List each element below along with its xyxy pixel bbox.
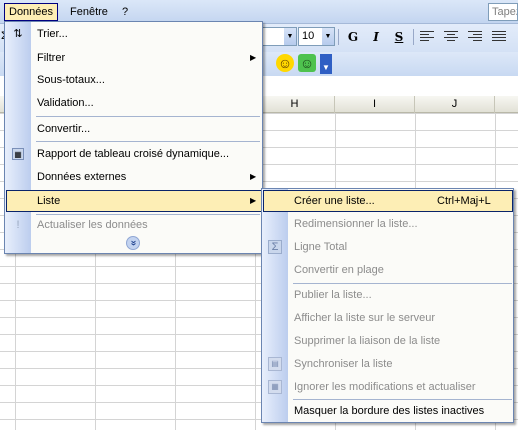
menu-item-publier[interactable]: Publier la liste... bbox=[263, 284, 513, 306]
menu-item-label: Publier la liste... bbox=[294, 289, 372, 301]
underline-button[interactable]: S bbox=[388, 28, 410, 46]
menu-separator bbox=[36, 116, 260, 117]
data-menu: ⇅ Trier... Filtrer ▶ Sous-totaux... Vali… bbox=[4, 21, 263, 254]
smiley-icon[interactable]: ☺ bbox=[276, 54, 294, 72]
merge-center-icon[interactable] bbox=[492, 31, 506, 43]
align-left-icon[interactable] bbox=[420, 31, 434, 43]
menu-item-label: Ligne Total bbox=[294, 241, 348, 253]
italic-button[interactable]: I bbox=[365, 28, 387, 46]
menu-item-label: Redimensionner la liste... bbox=[294, 218, 418, 230]
discard-changes-icon: ▦ bbox=[268, 380, 282, 394]
toolbar-separator bbox=[338, 29, 339, 45]
menu-item-rapport-tcd[interactable]: ▦ Rapport de tableau croisé dynamique... bbox=[6, 143, 261, 165]
column-header-j[interactable]: J bbox=[415, 96, 495, 113]
menu-item-actualiser[interactable]: ! Actualiser les données bbox=[6, 214, 261, 236]
menu-separator bbox=[36, 141, 260, 142]
font-size-value: 10 bbox=[302, 30, 315, 42]
type-question-input[interactable]: Tapez bbox=[488, 3, 518, 21]
menu-item-sous-totaux[interactable]: Sous-totaux... bbox=[6, 69, 261, 91]
submenu-arrow-icon: ▶ bbox=[250, 53, 257, 62]
pivot-table-icon: ▦ bbox=[12, 148, 24, 160]
menu-item-label: Trier... bbox=[37, 28, 68, 40]
menu-item-creer-liste[interactable]: Créer une liste... Ctrl+Maj+L bbox=[263, 190, 513, 212]
menu-item-convertir[interactable]: Convertir... bbox=[6, 118, 261, 140]
toolbar-options-icon[interactable]: ▼ bbox=[320, 54, 332, 74]
submenu-arrow-icon: ▶ bbox=[250, 196, 257, 205]
menu-item-validation[interactable]: Validation... bbox=[6, 92, 261, 114]
sort-icon: ⇅ bbox=[13, 28, 23, 40]
expand-menu-icon[interactable]: » bbox=[126, 236, 140, 250]
menu-item-synchroniser[interactable]: ▤ Synchroniser la liste bbox=[263, 353, 513, 375]
chevron-down-icon[interactable]: ▼ bbox=[284, 28, 296, 45]
menu-item-label: Ignorer les modifications et actualiser bbox=[294, 381, 476, 393]
menu-item-label: Rapport de tableau croisé dynamique... bbox=[37, 148, 230, 160]
menu-fenetre[interactable]: Fenêtre bbox=[66, 3, 112, 21]
menu-item-label: Créer une liste... bbox=[294, 195, 375, 207]
menu-item-convertir-plage[interactable]: Convertir en plage bbox=[263, 259, 513, 281]
align-right-icon[interactable] bbox=[468, 31, 482, 43]
menu-item-label: Afficher la liste sur le serveur bbox=[294, 312, 436, 324]
menu-help[interactable]: ? bbox=[118, 3, 132, 21]
column-header-i[interactable]: I bbox=[335, 96, 415, 113]
menu-donnees[interactable]: Données bbox=[4, 3, 59, 21]
menu-item-shortcut: Ctrl+Maj+L bbox=[437, 195, 491, 207]
chevron-down-icon[interactable]: ▼ bbox=[322, 28, 334, 45]
menu-item-donnees-externes[interactable]: Données externes ▶ bbox=[6, 166, 261, 188]
menu-item-label: Validation... bbox=[37, 97, 94, 109]
menu-item-ignorer-modifications[interactable]: ▦ Ignorer les modifications et actualise… bbox=[263, 376, 513, 398]
sync-icon: ▤ bbox=[268, 357, 282, 371]
font-name-combo[interactable]: ▼ bbox=[262, 27, 297, 46]
menu-item-redimensionner[interactable]: Redimensionner la liste... bbox=[263, 213, 513, 235]
menu-item-label: Convertir en plage bbox=[294, 264, 384, 276]
submenu-arrow-icon: ▶ bbox=[250, 172, 257, 181]
smiley-green-icon[interactable]: ☺ bbox=[298, 54, 316, 72]
list-submenu: Créer une liste... Ctrl+Maj+L Redimensio… bbox=[261, 188, 514, 423]
menu-item-liste[interactable]: Liste ▶ bbox=[6, 190, 262, 212]
menu-item-supprimer-liaison[interactable]: Supprimer la liaison de la liste bbox=[263, 330, 513, 352]
menu-item-label: Filtrer bbox=[37, 52, 66, 64]
menu-item-label: Sous-totaux... bbox=[37, 74, 105, 86]
menu-item-masquer-bordure[interactable]: Masquer la bordure des listes inactives bbox=[263, 400, 513, 422]
menu-item-trier[interactable]: ⇅ Trier... bbox=[6, 23, 261, 45]
menu-item-label: Synchroniser la liste bbox=[294, 358, 393, 370]
menu-item-label: Données externes bbox=[37, 171, 127, 183]
menu-item-filtrer[interactable]: Filtrer ▶ bbox=[6, 47, 261, 69]
menu-item-label: Convertir... bbox=[37, 123, 91, 135]
align-center-icon[interactable] bbox=[444, 31, 458, 43]
refresh-icon: ! bbox=[16, 219, 20, 231]
menu-item-label: Masquer la bordure des listes inactives bbox=[294, 405, 485, 417]
menu-item-label: Supprimer la liaison de la liste bbox=[294, 335, 441, 347]
toolbar-separator bbox=[413, 29, 414, 45]
menu-item-label: Actualiser les données bbox=[37, 219, 148, 231]
bold-button[interactable]: G bbox=[342, 28, 364, 46]
font-size-combo[interactable]: 10 ▼ bbox=[298, 27, 335, 46]
menu-item-afficher-serveur[interactable]: Afficher la liste sur le serveur bbox=[263, 307, 513, 329]
menu-item-ligne-total[interactable]: Σ Ligne Total bbox=[263, 236, 513, 258]
column-header-h[interactable]: H bbox=[255, 96, 335, 113]
menu-item-label: Liste bbox=[37, 195, 61, 207]
total-row-icon: Σ bbox=[268, 240, 282, 254]
